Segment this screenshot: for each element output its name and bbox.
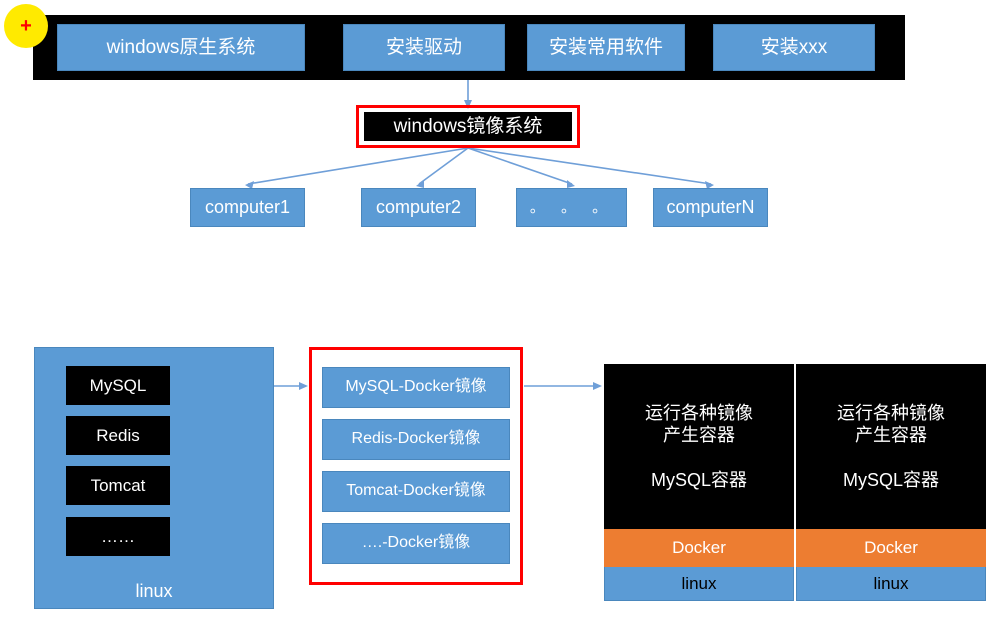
service-box-ellipsis[interactable]: ……	[66, 517, 170, 556]
container-stack-0-header-line2: 产生容器	[663, 425, 735, 446]
container-stack-0-docker-layer[interactable]: Docker	[604, 529, 794, 567]
top-stage-box-2[interactable]: 安装常用软件	[527, 24, 685, 71]
docker-image-box-ellipsis[interactable]: ….-Docker镜像	[322, 523, 510, 564]
container-stack-1-header-line1: 运行各种镜像	[837, 402, 945, 423]
top-stage-box-3[interactable]: 安装xxx	[713, 24, 875, 71]
top-stage-label-3: 安装xxx	[760, 36, 828, 58]
container-stack-1-header: 运行各种镜像 产生容器	[837, 402, 945, 447]
service-box-redis[interactable]: Redis	[66, 416, 170, 455]
diagram-canvas: windows原生系统 安装驱动 安装常用软件 安装xxx + windows镜…	[0, 0, 1001, 624]
computer-label-n: computerN	[666, 197, 755, 218]
linux-host-label-text: linux	[135, 580, 173, 601]
top-stage-box-1[interactable]: 安装驱动	[343, 24, 505, 71]
container-stack-0-linux-layer[interactable]: linux	[604, 567, 794, 601]
computer-label-ellipsis: 。 。 。	[529, 198, 614, 216]
service-label-redis: Redis	[96, 425, 140, 445]
container-stack-0-runtime[interactable]: 运行各种镜像 产生容器 MySQL容器	[604, 364, 794, 529]
linux-host-label: linux	[34, 578, 274, 604]
service-label-mysql: MySQL	[89, 375, 147, 395]
plus-icon[interactable]: +	[4, 4, 48, 48]
service-box-mysql[interactable]: MySQL	[66, 366, 170, 405]
top-stage-box-0[interactable]: windows原生系统	[57, 24, 305, 71]
container-stack-1-header-line2: 产生容器	[855, 425, 927, 446]
top-stage-label-1: 安装驱动	[385, 36, 462, 58]
container-stack-1-docker-layer[interactable]: Docker	[796, 529, 986, 567]
mirror-system-box[interactable]: windows镜像系统	[364, 112, 572, 141]
container-stack-1-body: MySQL容器	[842, 469, 939, 490]
container-stack-1-linux-layer[interactable]: linux	[796, 567, 986, 601]
docker-image-label-tomcat: Tomcat-Docker镜像	[346, 482, 486, 500]
computer-box-n[interactable]: computerN	[653, 188, 768, 227]
service-label-ellipsis: ……	[101, 526, 135, 546]
computer-box-ellipsis[interactable]: 。 。 。	[516, 188, 627, 227]
docker-image-label-ellipsis: ….-Docker镜像	[361, 534, 471, 552]
computer-box-1[interactable]: computer2	[361, 188, 476, 227]
container-stack-1-runtime[interactable]: 运行各种镜像 产生容器 MySQL容器	[796, 364, 986, 529]
service-label-tomcat: Tomcat	[90, 475, 146, 495]
container-stack-0-header: 运行各种镜像 产生容器	[645, 402, 753, 447]
docker-image-label-mysql: MySQL-Docker镜像	[345, 378, 487, 396]
docker-image-box-mysql[interactable]: MySQL-Docker镜像	[322, 367, 510, 408]
container-stack-0-body: MySQL容器	[650, 469, 747, 490]
container-stack-1-docker-label: Docker	[864, 538, 918, 557]
service-box-tomcat[interactable]: Tomcat	[66, 466, 170, 505]
top-stage-label-0: windows原生系统	[106, 36, 256, 58]
container-stack-0-header-line1: 运行各种镜像	[645, 402, 753, 423]
top-stage-label-2: 安装常用软件	[548, 36, 663, 58]
docker-image-label-redis: Redis-Docker镜像	[351, 430, 481, 448]
computer-box-0[interactable]: computer1	[190, 188, 305, 227]
computer-label-0: computer1	[204, 197, 291, 218]
docker-image-box-redis[interactable]: Redis-Docker镜像	[322, 419, 510, 460]
computer-label-1: computer2	[375, 197, 462, 218]
container-stack-0-linux-label: linux	[681, 573, 717, 593]
container-stack-0-docker-label: Docker	[672, 538, 726, 557]
mirror-system-label: windows镜像系统	[393, 115, 543, 137]
docker-image-box-tomcat[interactable]: Tomcat-Docker镜像	[322, 471, 510, 512]
container-stack-1-linux-label: linux	[873, 573, 909, 593]
plus-icon-glyph: +	[20, 15, 32, 37]
